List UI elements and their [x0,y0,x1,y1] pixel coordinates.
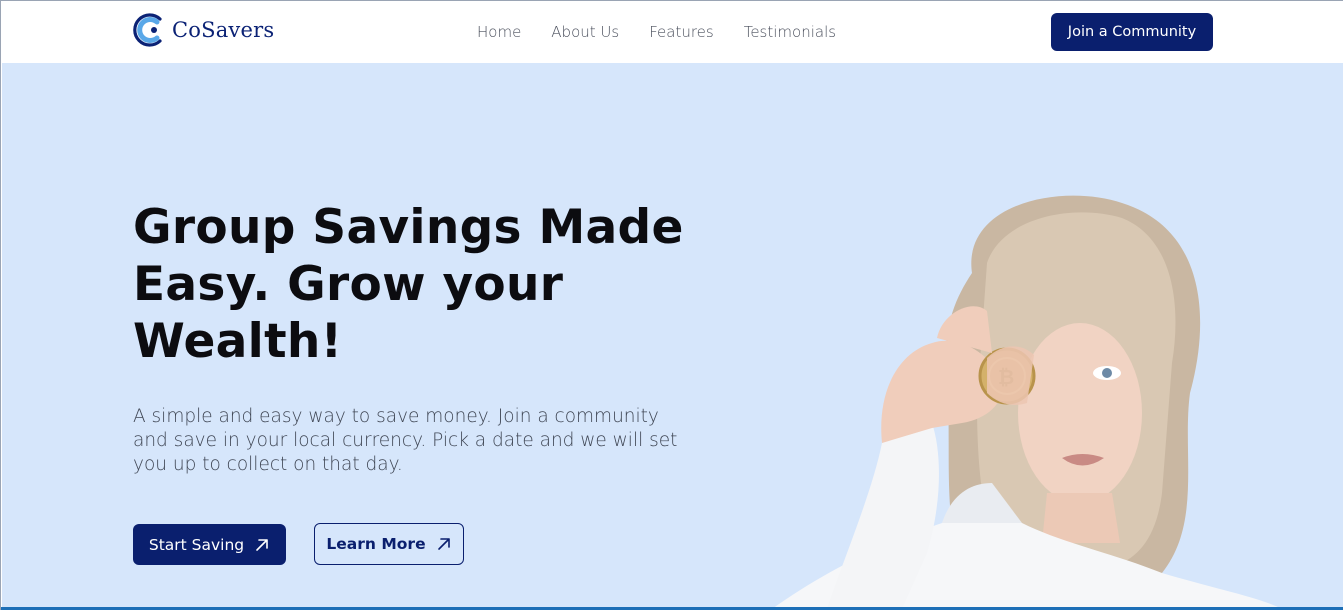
start-saving-label: Start Saving [148,535,245,554]
learn-more-label: Learn More [326,535,426,553]
nav-link-about-us[interactable]: About Us [551,23,619,41]
nav-link-testimonials[interactable]: Testimonials [744,23,836,41]
arrow-up-right-icon [437,538,450,550]
logo[interactable]: CoSavers [132,11,274,49]
woman-holding-bitcoin-image: ₿ [772,195,1282,609]
start-saving-button[interactable]: Start Saving [133,524,286,565]
hero-section: Group Savings Made Easy. Grow your Wealt… [2,63,1343,609]
brand-name: CoSavers [172,18,275,42]
arrow-up-right-icon [256,538,268,551]
c-logo-icon [133,13,162,47]
hero-description: A simple and easy way to save money. Joi… [133,406,678,475]
nav-link-features[interactable]: Features [649,23,714,41]
hero-title: Group Savings Made Easy. Grow your Wealt… [133,200,684,369]
learn-more-button[interactable]: Learn More [314,523,464,565]
nav-link-home[interactable]: Home [477,23,521,41]
join-community-button[interactable]: Join a Community [1051,13,1213,51]
main-nav: Home About Us Features Testimonials [477,23,836,41]
navbar: CoSavers Home About Us Features Testimon… [1,1,1343,63]
